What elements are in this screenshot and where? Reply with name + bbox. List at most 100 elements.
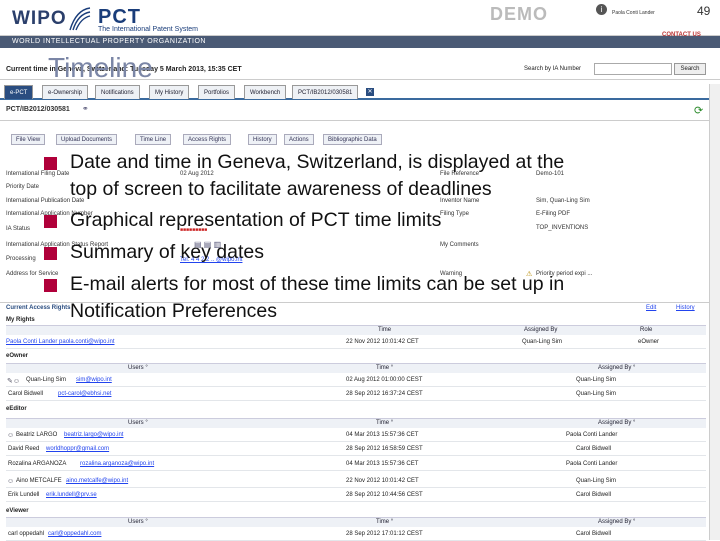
assigned-by-cell: Paola Conti Lander bbox=[566, 432, 618, 438]
time-cell: 04 Mar 2013 15:57:36 CET bbox=[346, 432, 419, 438]
group-header: Users ° Time ° Assigned By ° bbox=[6, 517, 706, 527]
bullet-item: Graphical representation of PCT time lim… bbox=[44, 204, 714, 236]
tab-workbench[interactable]: Workbench bbox=[244, 85, 287, 99]
table-row: ☺ Aino METCALFE aino.metcalfe@wipo.int 2… bbox=[6, 476, 706, 488]
role-cell: eOwner bbox=[638, 339, 660, 345]
time-cell: 02 Aug 2012 01:00:00 CEST bbox=[346, 377, 423, 383]
bullet-item: E-mail alerts for most of these time lim… bbox=[44, 268, 714, 326]
tab-application[interactable]: PCT/IB2012/030581 bbox=[292, 85, 359, 99]
refresh-icon[interactable]: ⟳ bbox=[694, 104, 703, 117]
wipo-logo[interactable]: WIPO bbox=[12, 8, 67, 30]
bullet-marker bbox=[44, 279, 57, 292]
user-name: Erik Lundell bbox=[8, 492, 40, 498]
user-email-link[interactable]: worldhoppr@gmail.com bbox=[46, 446, 109, 452]
user-name: Quan-Ling Sim bbox=[26, 377, 67, 383]
role-label: eOwner bbox=[6, 353, 29, 359]
bullet-text-continued: top of screen to facilitate awareness of… bbox=[70, 178, 492, 200]
info-icon[interactable]: i bbox=[596, 4, 607, 15]
assigned-by-cell: Quan-Ling Sim bbox=[576, 391, 617, 397]
column-header: Assigned By ° bbox=[598, 420, 636, 426]
tab-notifications[interactable]: Notifications bbox=[95, 85, 140, 99]
time-cell: 28 Sep 2012 16:58:59 CEST bbox=[346, 446, 423, 452]
close-tab-icon[interactable]: ✕ bbox=[366, 88, 374, 96]
group-header: Users ° Time ° Assigned By ° bbox=[6, 418, 706, 428]
user-email-link[interactable]: pct-carol@ebhsi.net bbox=[58, 391, 111, 397]
user-name: Rozalina ARGANOZA bbox=[8, 461, 67, 467]
bullet-text: Graphical representation of PCT time lim… bbox=[70, 209, 442, 231]
tab-portfolios[interactable]: Portfolios bbox=[198, 85, 236, 99]
tab-history[interactable]: History bbox=[248, 134, 277, 145]
time-cell: 28 Sep 2012 16:37:24 CEST bbox=[346, 391, 423, 397]
table-row: Paola Conti Lander paola.conti@wipo.int … bbox=[6, 337, 706, 349]
user-email-link[interactable]: erik.lundell@prv.se bbox=[46, 492, 97, 498]
bullet-text-continued: Notification Preferences bbox=[70, 300, 278, 322]
time-cell: 22 Nov 2012 10:01:42 CET bbox=[346, 339, 419, 345]
bullet-item: Summary of key dates bbox=[44, 236, 714, 268]
bullet-text: E-mail alerts for most of these time lim… bbox=[70, 273, 565, 295]
user-name: carl oppedahl bbox=[8, 531, 45, 537]
column-header: Users ° bbox=[128, 519, 148, 525]
table-row: ☺ Beatriz LARGO beatriz.largo@wipo.int 0… bbox=[6, 430, 706, 442]
tab-time-line[interactable]: Time Line bbox=[135, 134, 172, 145]
user-email-link[interactable]: aino.metcalfe@wipo.int bbox=[66, 478, 128, 484]
tab-bibliographic-data[interactable]: Bibliographic Data bbox=[323, 134, 382, 145]
tab-eownership[interactable]: e-Ownership bbox=[42, 85, 89, 99]
role-label: eEditor bbox=[6, 406, 27, 412]
role-label: eViewer bbox=[6, 508, 29, 514]
tab-my-history[interactable]: My History bbox=[149, 85, 190, 99]
assigned-by-cell: Carol Bidwell bbox=[576, 492, 612, 498]
tab-actions[interactable]: Actions bbox=[284, 134, 314, 145]
contact-us-link[interactable]: CONTACT US bbox=[662, 32, 701, 38]
column-header: Assigned By bbox=[524, 327, 558, 333]
pct-logo-icon bbox=[69, 7, 91, 31]
assigned-by-cell: Quan-Ling Sim bbox=[522, 339, 563, 345]
table-row: Erik Lundell erik.lundell@prv.se 28 Sep … bbox=[6, 490, 706, 502]
column-header: Users ° bbox=[128, 365, 148, 371]
column-header: Assigned By ° bbox=[598, 519, 636, 525]
table-row: carl oppedahl carl@oppedahl.com 28 Sep 2… bbox=[6, 529, 706, 541]
column-header: Users ° bbox=[128, 420, 148, 426]
search-label: Search by IA Number bbox=[524, 66, 582, 72]
search-input[interactable] bbox=[594, 63, 672, 75]
org-band: WORLD INTELLECTUAL PROPERTY ORGANIZATION bbox=[0, 36, 720, 48]
search-button[interactable]: Search bbox=[674, 63, 706, 75]
application-id: PCT/IB2012/030581 bbox=[6, 106, 70, 113]
user-icon: ☺ bbox=[7, 432, 15, 439]
detail-label: Priority Date bbox=[6, 184, 40, 190]
column-header: Time ° bbox=[376, 420, 394, 426]
user-name: David Reed bbox=[8, 446, 40, 452]
tab-upload-documents[interactable]: Upload Documents bbox=[56, 134, 118, 145]
my-rights-label: My Rights bbox=[6, 317, 35, 323]
table-row: ✎☺ Quan-Ling Sim sim@wipo.int 02 Aug 201… bbox=[6, 375, 706, 387]
user-email-link[interactable]: beatriz.largo@wipo.int bbox=[64, 432, 123, 438]
user-icon: ☺ bbox=[7, 478, 15, 485]
bullet-item: Date and time in Geneva, Switzerland, is… bbox=[44, 146, 714, 204]
user-name: Paola Conti Lander bbox=[612, 10, 655, 16]
column-header: Assigned By ° bbox=[598, 365, 636, 371]
tab-access-rights[interactable]: Access Rights bbox=[183, 134, 232, 145]
column-header: Role bbox=[640, 327, 653, 333]
table-row: Rozalina ARGANOZA rozalina.arganoza@wipo… bbox=[6, 459, 706, 471]
tab-epct[interactable]: e-PCT bbox=[4, 85, 34, 99]
time-cell: 04 Mar 2013 15:57:36 CET bbox=[346, 461, 419, 467]
assigned-by-cell: Carol Bidwell bbox=[576, 446, 612, 452]
slide-title: Timeline bbox=[48, 52, 153, 83]
user-name: Aino METCALFE bbox=[16, 478, 62, 484]
user-email-link[interactable]: carl@oppedahl.com bbox=[48, 531, 101, 537]
assigned-by-cell: Paola Conti Lander bbox=[566, 461, 618, 467]
user-icon: ✎☺ bbox=[7, 378, 21, 385]
detail-label: Processing bbox=[6, 256, 36, 262]
column-header: Time ° bbox=[376, 519, 394, 525]
detail-label: IA Status bbox=[6, 226, 31, 232]
user-email-link[interactable]: sim@wipo.int bbox=[76, 377, 112, 383]
time-cell: 28 Sep 2012 17:01:12 CEST bbox=[346, 531, 423, 537]
link-icon[interactable]: ⚭ bbox=[82, 104, 89, 113]
pct-subtitle: The International Patent System bbox=[98, 26, 198, 33]
column-header: Time ° bbox=[376, 365, 394, 371]
user-name: Carol Bidwell bbox=[8, 391, 44, 397]
user-email-link[interactable]: rozalina.arganoza@wipo.int bbox=[80, 461, 154, 467]
user-email-link[interactable]: Paola Conti Lander paola.conti@wipo.int bbox=[6, 339, 115, 345]
assigned-by-cell: Quan-Ling Sim bbox=[576, 377, 617, 383]
tab-file-view[interactable]: File View bbox=[11, 134, 46, 145]
bullet-text: Date and time in Geneva, Switzerland, is… bbox=[70, 151, 565, 173]
